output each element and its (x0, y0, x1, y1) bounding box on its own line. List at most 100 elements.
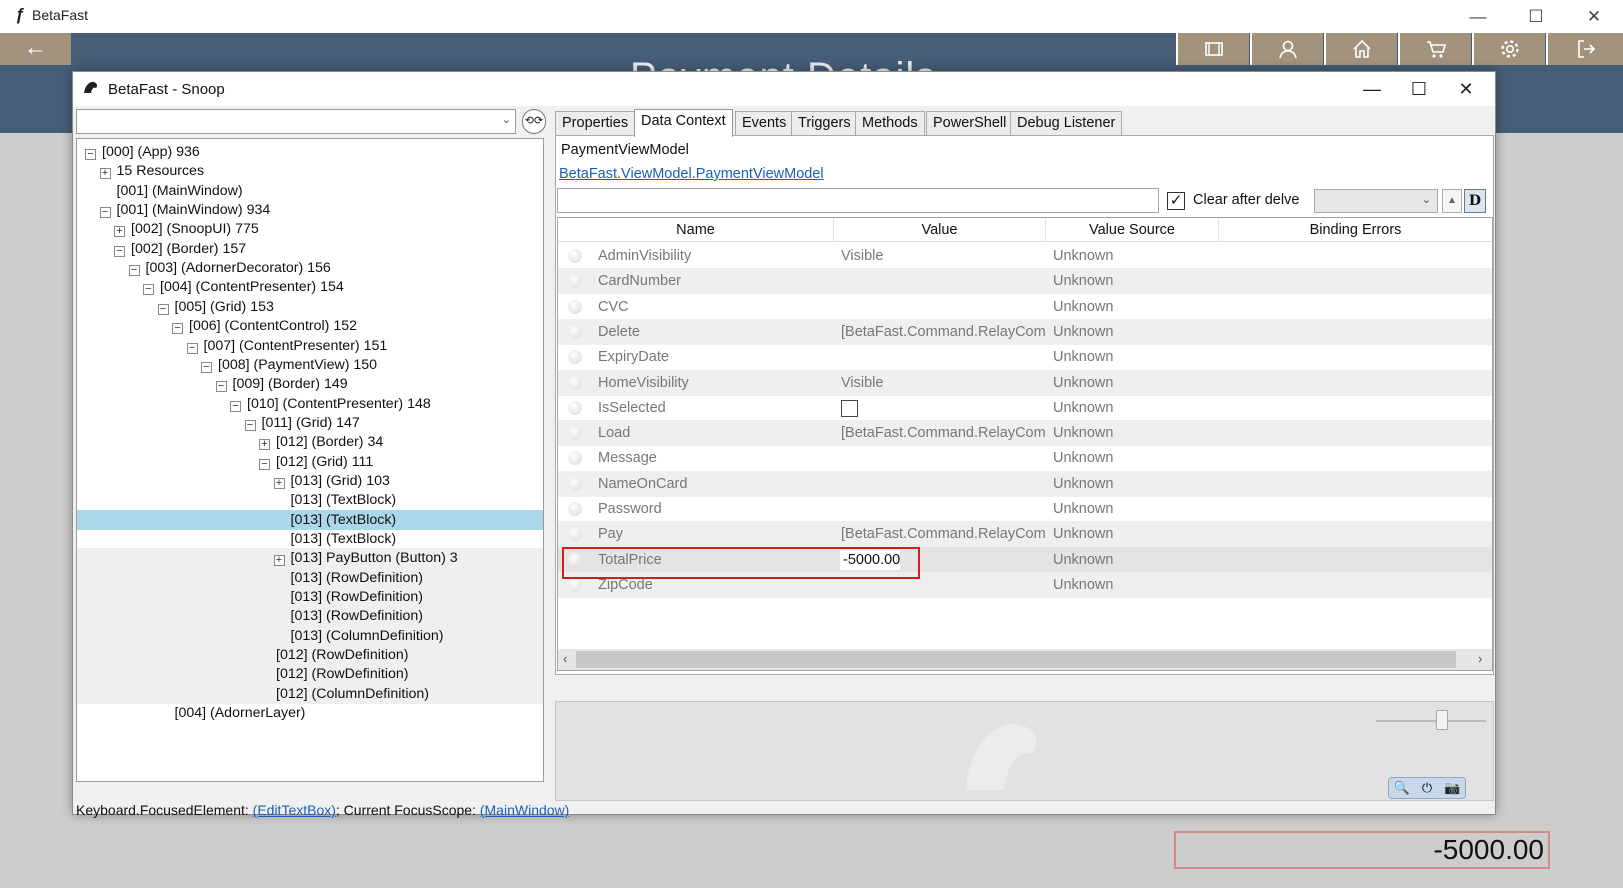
property-filter-combobox[interactable]: ⌄ (1314, 189, 1438, 213)
logout-button[interactable] (1546, 33, 1623, 65)
viewmodel-type-link[interactable]: BetaFast.ViewModel.PaymentViewModel (559, 166, 824, 182)
account-button[interactable] (1250, 33, 1323, 65)
property-row[interactable]: IsSelected Unknown (558, 395, 1492, 421)
tree-node[interactable]: [013] (ColumnDefinition) (77, 625, 543, 646)
collapse-icon[interactable]: − (186, 342, 198, 354)
tree-node[interactable]: [013] (TextBlock) (77, 490, 543, 510)
tree-node[interactable]: − [009] (Border) 149 (77, 374, 543, 394)
collapse-icon[interactable]: − (128, 265, 140, 277)
property-value[interactable]: Visible (841, 243, 1046, 269)
collapse-icon[interactable]: − (143, 284, 154, 296)
tree-node[interactable]: − [005] (Grid) 153 (77, 297, 543, 317)
snoop-maximize-button[interactable]: ☐ (1396, 75, 1442, 103)
expand-icon[interactable]: + (259, 439, 270, 451)
expand-icon[interactable]: + (114, 226, 125, 238)
scrollbar-thumb[interactable] (576, 651, 1456, 668)
collapse-icon[interactable]: − (85, 149, 96, 160)
tree-node[interactable]: − [001] (MainWindow) 934 (77, 200, 543, 220)
property-row[interactable]: AdminVisibility Visible Unknown (558, 243, 1492, 269)
tree-node[interactable]: − [011] (Grid) 147 (77, 413, 543, 433)
tree-node[interactable]: [012] (RowDefinition) (77, 664, 543, 685)
visual-tree[interactable]: − [000] (App) 936 +15 Resources [001] (Main… (76, 138, 544, 782)
collapse-icon[interactable]: − (172, 323, 183, 335)
tree-node[interactable]: [012] (RowDefinition) (77, 645, 543, 666)
expand-icon[interactable]: + (273, 477, 285, 489)
tree-node[interactable]: − [004] (ContentPresenter) 154 (77, 277, 543, 297)
tree-node[interactable]: + [012] (Border) 34 (77, 432, 543, 452)
property-row[interactable]: Load [BetaFast.Command.RelayCommand] Unkno… (558, 420, 1492, 447)
tree-node[interactable]: [013] (RowDefinition) (77, 587, 543, 608)
tab-methods[interactable]: Methods (855, 111, 925, 135)
focused-element-link[interactable]: (EditTextBox) (253, 802, 336, 818)
tab-debug-listener[interactable]: Debug Listener (1010, 111, 1123, 135)
collapse-icon[interactable]: − (201, 361, 212, 373)
tree-node[interactable]: [013] (TextBlock) (77, 509, 543, 530)
property-row[interactable]: Message Unknown (558, 445, 1492, 471)
cart-button[interactable] (1398, 33, 1471, 65)
tree-node[interactable]: − [002] (Border) 157 (77, 239, 543, 259)
scroll-left-icon[interactable]: ‹ (563, 651, 567, 666)
tree-node[interactable]: − [008] (PaymentView) 150 (77, 355, 543, 375)
tree-node[interactable]: − [007] (ContentPresenter) 151 (77, 336, 543, 356)
power-icon[interactable]: ⏻ (1414, 778, 1439, 798)
property-row[interactable]: Pay [BetaFast.Command.RelayCommand] Unknow… (558, 521, 1492, 548)
property-row[interactable]: Delete [BetaFast.Command.RelayCommand] Unk… (558, 318, 1492, 345)
collapse-icon[interactable]: − (157, 303, 169, 315)
tree-node[interactable]: [004] (AdornerLayer) (77, 703, 543, 723)
column-header-value[interactable]: Value (834, 218, 1046, 242)
collapse-icon[interactable]: − (215, 381, 227, 393)
tree-node[interactable]: + [013] (Grid) 103 (77, 471, 543, 491)
tree-node[interactable]: [013] (TextBlock) (77, 529, 543, 549)
settings-button[interactable] (1472, 33, 1545, 65)
tree-node[interactable]: − [000] (App) 936 (77, 142, 543, 162)
is-selected-checkbox[interactable] (841, 399, 858, 417)
navigate-up-button[interactable]: ▲ (1442, 189, 1462, 213)
scroll-right-icon[interactable]: › (1478, 651, 1482, 666)
column-header-binding-errors[interactable]: Binding Errors (1219, 218, 1492, 242)
tree-node[interactable]: [001] (MainWindow) (77, 181, 543, 201)
clear-after-delve-checkbox[interactable]: ✓ (1167, 192, 1185, 210)
tree-node[interactable]: +15 Resources (77, 161, 543, 181)
focus-scope-link[interactable]: (MainWindow) (480, 802, 569, 818)
magnify-icon[interactable]: 🔍 (1389, 778, 1414, 798)
snoop-close-button[interactable]: ✕ (1443, 75, 1489, 103)
property-row[interactable]: HomeVisibility Visible Unknown (558, 369, 1492, 396)
collapse-icon[interactable]: − (244, 419, 256, 431)
property-row[interactable]: Password Unknown (558, 496, 1492, 522)
horizontal-scrollbar[interactable]: ‹ › (558, 649, 1492, 670)
property-value[interactable]: [BetaFast.Command.RelayCommand] (841, 319, 1046, 345)
property-row[interactable]: ExpiryDate Unknown (558, 344, 1492, 370)
tree-node[interactable]: [013] (RowDefinition) (77, 567, 543, 588)
app-close-button[interactable]: ✕ (1571, 4, 1617, 30)
collapse-icon[interactable]: − (99, 207, 111, 219)
tree-node[interactable]: [012] (ColumnDefinition) (77, 683, 543, 704)
default-values-toggle-button[interactable]: D (1464, 189, 1486, 213)
property-value[interactable]: [BetaFast.Command.RelayCommand] (841, 420, 1046, 446)
refresh-tree-button[interactable]: ⟲⟳ (522, 109, 546, 134)
tree-node[interactable]: − [006] (ContentControl) 152 (77, 316, 543, 336)
tree-node[interactable]: − [010] (ContentPresenter) 148 (77, 394, 543, 414)
tab-properties[interactable]: Properties (555, 111, 636, 135)
app-minimize-button[interactable]: — (1455, 4, 1501, 30)
tree-node[interactable]: − [003] (AdornerDecorator) 156 (77, 258, 543, 278)
tab-events[interactable]: Events (735, 111, 794, 135)
tree-node[interactable]: + [002] (SnoopUI) 775 (77, 219, 543, 239)
camera-icon[interactable]: 📷 (1440, 778, 1465, 798)
tree-node[interactable]: + [013] PayButton (Button) 3 (77, 548, 543, 569)
reader-button[interactable] (1176, 33, 1249, 65)
tree-node[interactable]: − [012] (Grid) 111 (77, 452, 543, 472)
property-value[interactable]: Visible (841, 370, 1046, 396)
tab-powershell[interactable]: PowerShell (926, 111, 1014, 135)
home-button[interactable] (1324, 33, 1397, 65)
expand-icon[interactable]: + (273, 555, 285, 567)
zoom-slider-track[interactable] (1376, 720, 1486, 722)
back-button[interactable]: ← (0, 33, 71, 65)
property-row[interactable]: CVC Unknown (558, 294, 1492, 320)
property-value[interactable]: [BetaFast.Command.RelayCommand] (841, 521, 1046, 547)
collapse-icon[interactable]: − (259, 458, 270, 470)
collapse-icon[interactable]: − (114, 245, 125, 257)
collapse-icon[interactable]: − (230, 400, 241, 412)
delve-path-input[interactable] (557, 188, 1159, 213)
property-row[interactable]: CardNumber Unknown (558, 268, 1492, 295)
tab-data-context[interactable]: Data Context (634, 109, 733, 137)
